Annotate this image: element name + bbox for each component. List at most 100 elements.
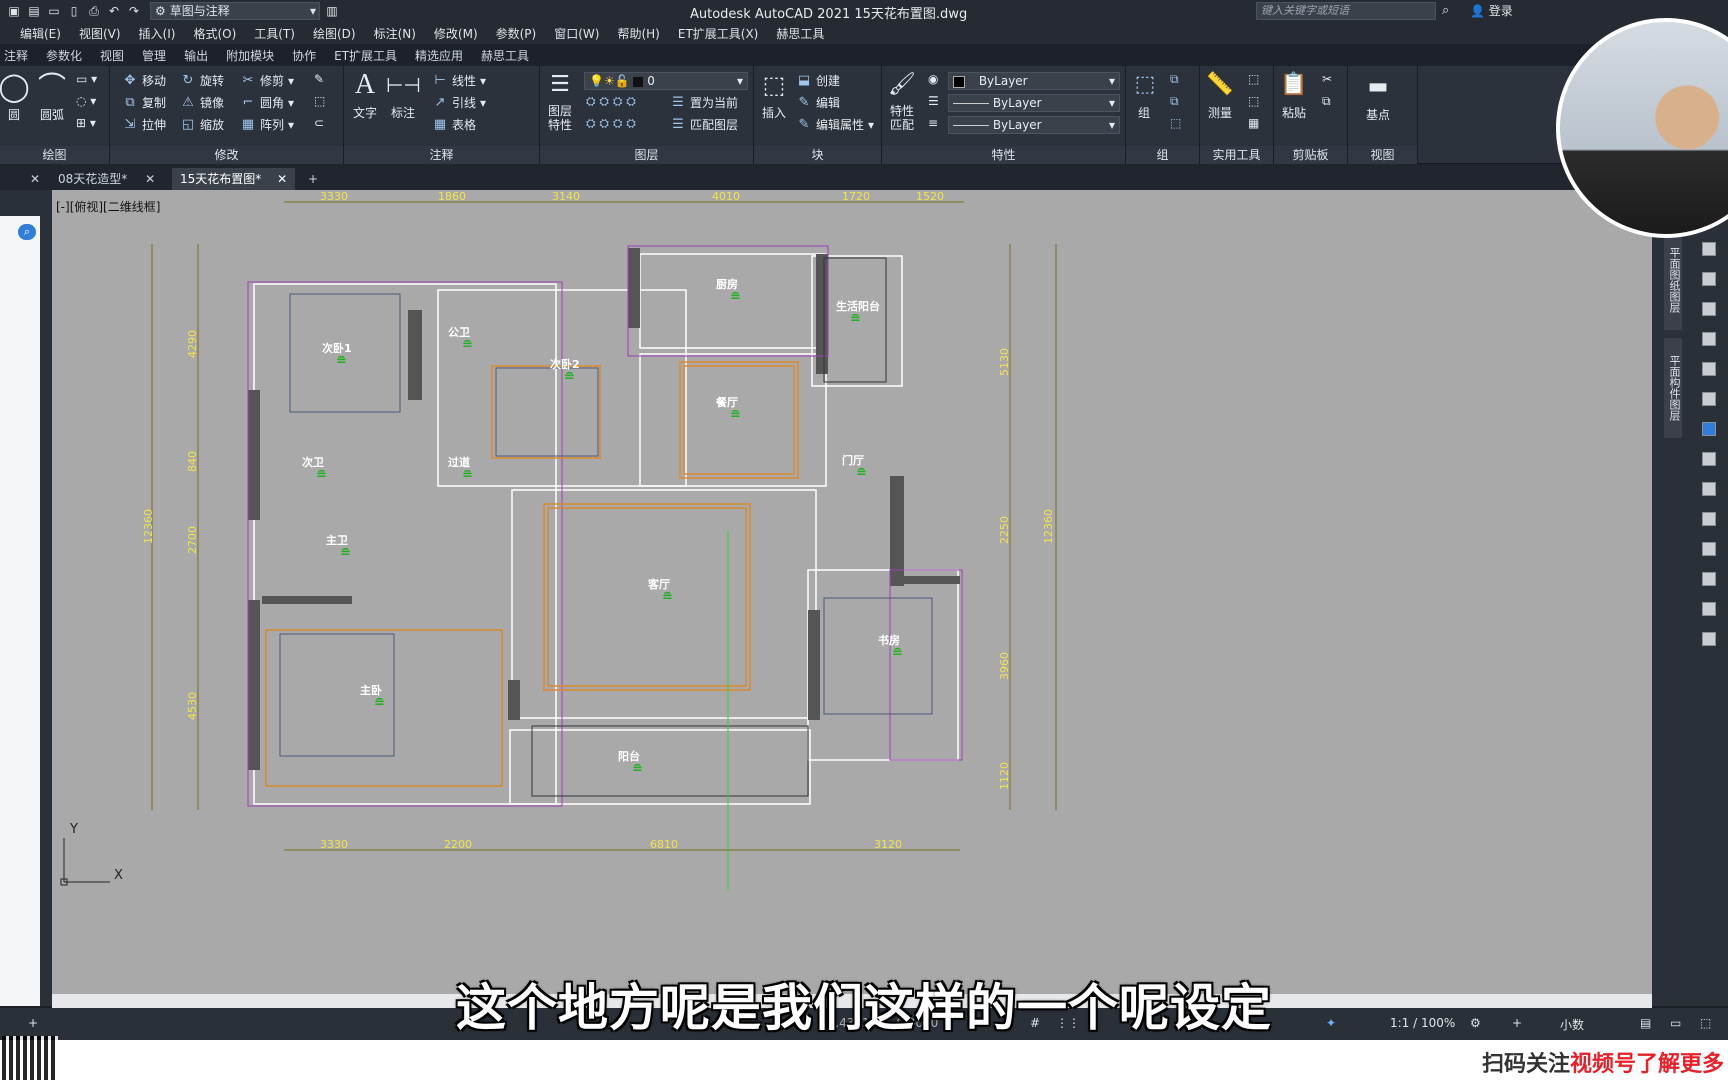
- menu-format[interactable]: 格式(O): [184, 25, 245, 42]
- tab-annotate[interactable]: 注释: [0, 47, 37, 64]
- select-all-icon[interactable]: ⬚: [1248, 94, 1259, 108]
- menu-tools[interactable]: 工具(T): [245, 25, 304, 42]
- panel-title-draw[interactable]: 绘图: [0, 146, 109, 164]
- search-input[interactable]: 键入关键字或短语: [1256, 2, 1436, 20]
- panel-title-groups[interactable]: 组: [1126, 146, 1199, 164]
- layer-dropdown[interactable]: 💡☀🔓 0 ▾: [584, 72, 748, 90]
- erase-icon[interactable]: ✎: [314, 72, 324, 86]
- create-block-button[interactable]: ⬓ 创建: [796, 72, 840, 89]
- palette-tab-drawing-layers[interactable]: 平面图纸图层: [1664, 230, 1682, 330]
- hatch-icon[interactable]: ◌ ▾: [76, 94, 96, 108]
- table-button[interactable]: ▦ 表格: [432, 116, 476, 133]
- group-button[interactable]: ⬚ 组: [1128, 68, 1160, 121]
- tool-icon[interactable]: [1702, 512, 1716, 526]
- color-wheel-icon[interactable]: ◉: [928, 72, 938, 86]
- redo-icon[interactable]: ↷: [126, 3, 142, 19]
- menu-view[interactable]: 视图(V): [70, 25, 130, 42]
- undo-icon[interactable]: ↶: [106, 3, 122, 19]
- new-tab-icon[interactable]: +: [300, 168, 326, 190]
- explode-icon[interactable]: ⬚: [314, 94, 325, 108]
- tool-icon[interactable]: [1702, 272, 1716, 286]
- panel-title-utilities[interactable]: 实用工具: [1200, 146, 1273, 164]
- panel-title-annotation[interactable]: 注释: [344, 146, 539, 164]
- lineweight-dropdown[interactable]: ByLayer ▾: [948, 116, 1120, 134]
- new-icon[interactable]: ▭: [46, 3, 62, 19]
- cut-icon[interactable]: ✂: [1322, 72, 1332, 86]
- menu-dimension[interactable]: 标注(N): [365, 25, 425, 42]
- close-icon[interactable]: ✕: [22, 168, 48, 190]
- tab-output[interactable]: 输出: [175, 47, 217, 64]
- layer-icon[interactable]: ▥: [324, 3, 340, 19]
- save-icon[interactable]: ▣: [6, 3, 22, 19]
- left-palette[interactable]: ⌕: [0, 216, 40, 1006]
- stretch-button[interactable]: ⇲ 拉伸: [122, 116, 166, 133]
- basepoint-button[interactable]: ▬ 基点: [1356, 70, 1400, 123]
- menu-draw[interactable]: 绘图(D): [304, 25, 365, 42]
- panel-title-view[interactable]: 视图: [1348, 146, 1417, 164]
- linear-button[interactable]: ⊢ 线性 ▾: [432, 72, 486, 89]
- color-dropdown[interactable]: ByLayer ▾: [948, 72, 1120, 90]
- doc-tab-active[interactable]: 15天花布置图* ✕: [172, 168, 296, 190]
- tool-icon[interactable]: [1702, 482, 1716, 496]
- edit-block-button[interactable]: ✎ 编辑: [796, 94, 840, 111]
- tab-collaborate[interactable]: 协作: [283, 47, 325, 64]
- rectangle-icon[interactable]: ▭ ▾: [76, 72, 97, 86]
- gear-icon[interactable]: ⚙: [1470, 1016, 1481, 1030]
- menu-window[interactable]: 窗口(W): [545, 25, 608, 42]
- copy-button[interactable]: ⧉ 复制: [122, 94, 166, 111]
- search-icon[interactable]: ⌕: [18, 224, 36, 240]
- close-icon[interactable]: ✕: [277, 172, 287, 186]
- mirror-button[interactable]: ⚠ 镜像: [180, 94, 224, 111]
- menu-modify[interactable]: 修改(M): [425, 25, 487, 42]
- tab-hesi[interactable]: 赫思工具: [472, 47, 538, 64]
- menu-hesi[interactable]: 赫思工具: [767, 25, 833, 42]
- annotation-scale-icon[interactable]: ✦: [1326, 1016, 1336, 1030]
- tab-view[interactable]: 视图: [91, 47, 133, 64]
- tool-icon[interactable]: [1702, 242, 1716, 256]
- tool-icon[interactable]: [1702, 542, 1716, 556]
- plus-icon[interactable]: +: [1512, 1016, 1522, 1030]
- match-layer-button[interactable]: ☰ 匹配图层: [670, 116, 738, 133]
- tool-icon[interactable]: [1702, 302, 1716, 316]
- scale-button[interactable]: ◱ 缩放: [180, 116, 224, 133]
- drawing-canvas[interactable]: [-][俯视][二维线框] 3330 1860 3140 4010 1720 1…: [52, 190, 1652, 1002]
- doc-tab[interactable]: 08天花造型* ✕: [50, 168, 163, 190]
- layer-tools-row2[interactable]: ⛭ ⛭ ⛭ ⛭: [586, 116, 636, 131]
- menu-parametric[interactable]: 参数(P): [487, 25, 546, 42]
- calculator-icon[interactable]: ▦: [1248, 116, 1259, 130]
- tool-icon[interactable]: [1702, 332, 1716, 346]
- tab-addins[interactable]: 附加模块: [217, 47, 283, 64]
- dimension-button[interactable]: ⊢⊣ 标注: [386, 68, 421, 121]
- trim-button[interactable]: ✂ 修剪 ▾: [240, 72, 295, 89]
- menu-et[interactable]: ET扩展工具(X): [669, 25, 768, 42]
- add-layout-icon[interactable]: +: [28, 1016, 38, 1030]
- fillet-button[interactable]: ⌐ 圆角 ▾: [240, 94, 295, 111]
- leader-button[interactable]: ↗ 引线 ▾: [432, 94, 487, 111]
- group-select-icon[interactable]: ⬚: [1170, 116, 1181, 130]
- insert-button[interactable]: ⬚ 插入: [756, 68, 792, 121]
- saveas-icon[interactable]: ▤: [26, 3, 42, 19]
- offset-icon[interactable]: ⊂: [314, 116, 324, 130]
- copy-clip-icon[interactable]: ⧉: [1322, 94, 1331, 109]
- search-icon[interactable]: ⌕: [1442, 3, 1449, 18]
- panel-title-properties[interactable]: 特性: [882, 146, 1125, 164]
- menu-help[interactable]: 帮助(H): [608, 25, 668, 42]
- quick-select-icon[interactable]: ⬚: [1248, 72, 1259, 86]
- tool-icon[interactable]: [1702, 602, 1716, 616]
- fullscreen-icon[interactable]: ⬚: [1700, 1016, 1711, 1030]
- panel-title-clipboard[interactable]: 剪贴板: [1274, 146, 1347, 164]
- text-button[interactable]: A 文字: [348, 68, 382, 121]
- tab-parametric[interactable]: 参数化: [37, 47, 91, 64]
- group-edit-icon[interactable]: ⧉: [1170, 94, 1179, 109]
- array-button[interactable]: ▦ 阵列 ▾: [240, 116, 294, 133]
- circle-button[interactable]: ◯ 圆: [0, 70, 32, 123]
- match-properties-button[interactable]: 🖌 特性 匹配: [884, 68, 920, 132]
- paste-button[interactable]: 📋 粘贴: [1276, 68, 1312, 121]
- tab-manage[interactable]: 管理: [133, 47, 175, 64]
- rotate-button[interactable]: ↻ 旋转: [180, 72, 224, 89]
- login-button[interactable]: 👤 登录: [1470, 2, 1513, 19]
- move-button[interactable]: ✥ 移动: [122, 72, 166, 89]
- tool-icon[interactable]: [1702, 572, 1716, 586]
- palette-tab-component-layers[interactable]: 平面构件图层: [1664, 338, 1682, 438]
- panel-title-layers[interactable]: 图层: [540, 146, 753, 164]
